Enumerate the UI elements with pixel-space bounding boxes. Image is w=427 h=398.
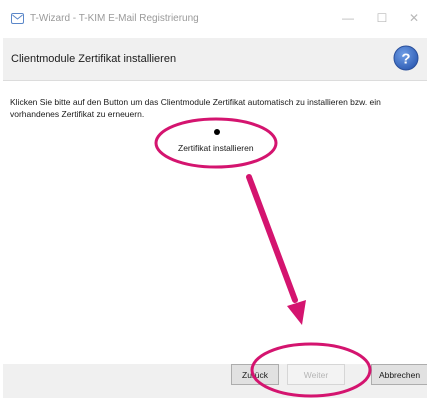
wizard-footer: Zurück Weiter Abbrechen bbox=[3, 364, 427, 398]
maximize-button[interactable]: ☐ bbox=[374, 10, 390, 26]
help-icon[interactable]: ? bbox=[393, 45, 419, 71]
cancel-button[interactable]: Abbrechen bbox=[371, 364, 427, 385]
next-button[interactable]: Weiter bbox=[287, 364, 345, 385]
page-title: Clientmodule Zertifikat installieren bbox=[11, 53, 177, 65]
mail-app-icon bbox=[11, 13, 24, 24]
minimize-button[interactable]: — bbox=[340, 10, 356, 26]
install-radio[interactable] bbox=[214, 129, 220, 135]
close-button[interactable]: ✕ bbox=[406, 10, 422, 26]
title-bar: T-Wizard - T-KIM E-Mail Registrierung — … bbox=[0, 0, 427, 38]
window-title: T-Wizard - T-KIM E-Mail Registrierung bbox=[30, 13, 199, 24]
help-glyph: ? bbox=[401, 51, 410, 68]
instruction-text: Klicken Sie bitte auf den Button um das … bbox=[10, 97, 381, 119]
wizard-header: Clientmodule Zertifikat installieren ? bbox=[3, 38, 427, 81]
wizard-content: Klicken Sie bitte auf den Button um das … bbox=[3, 81, 427, 364]
wizard-window: T-Wizard - T-KIM E-Mail Registrierung — … bbox=[0, 0, 427, 398]
install-certificate-label[interactable]: Zertifikat installieren bbox=[178, 143, 254, 153]
back-button[interactable]: Zurück bbox=[231, 364, 279, 385]
